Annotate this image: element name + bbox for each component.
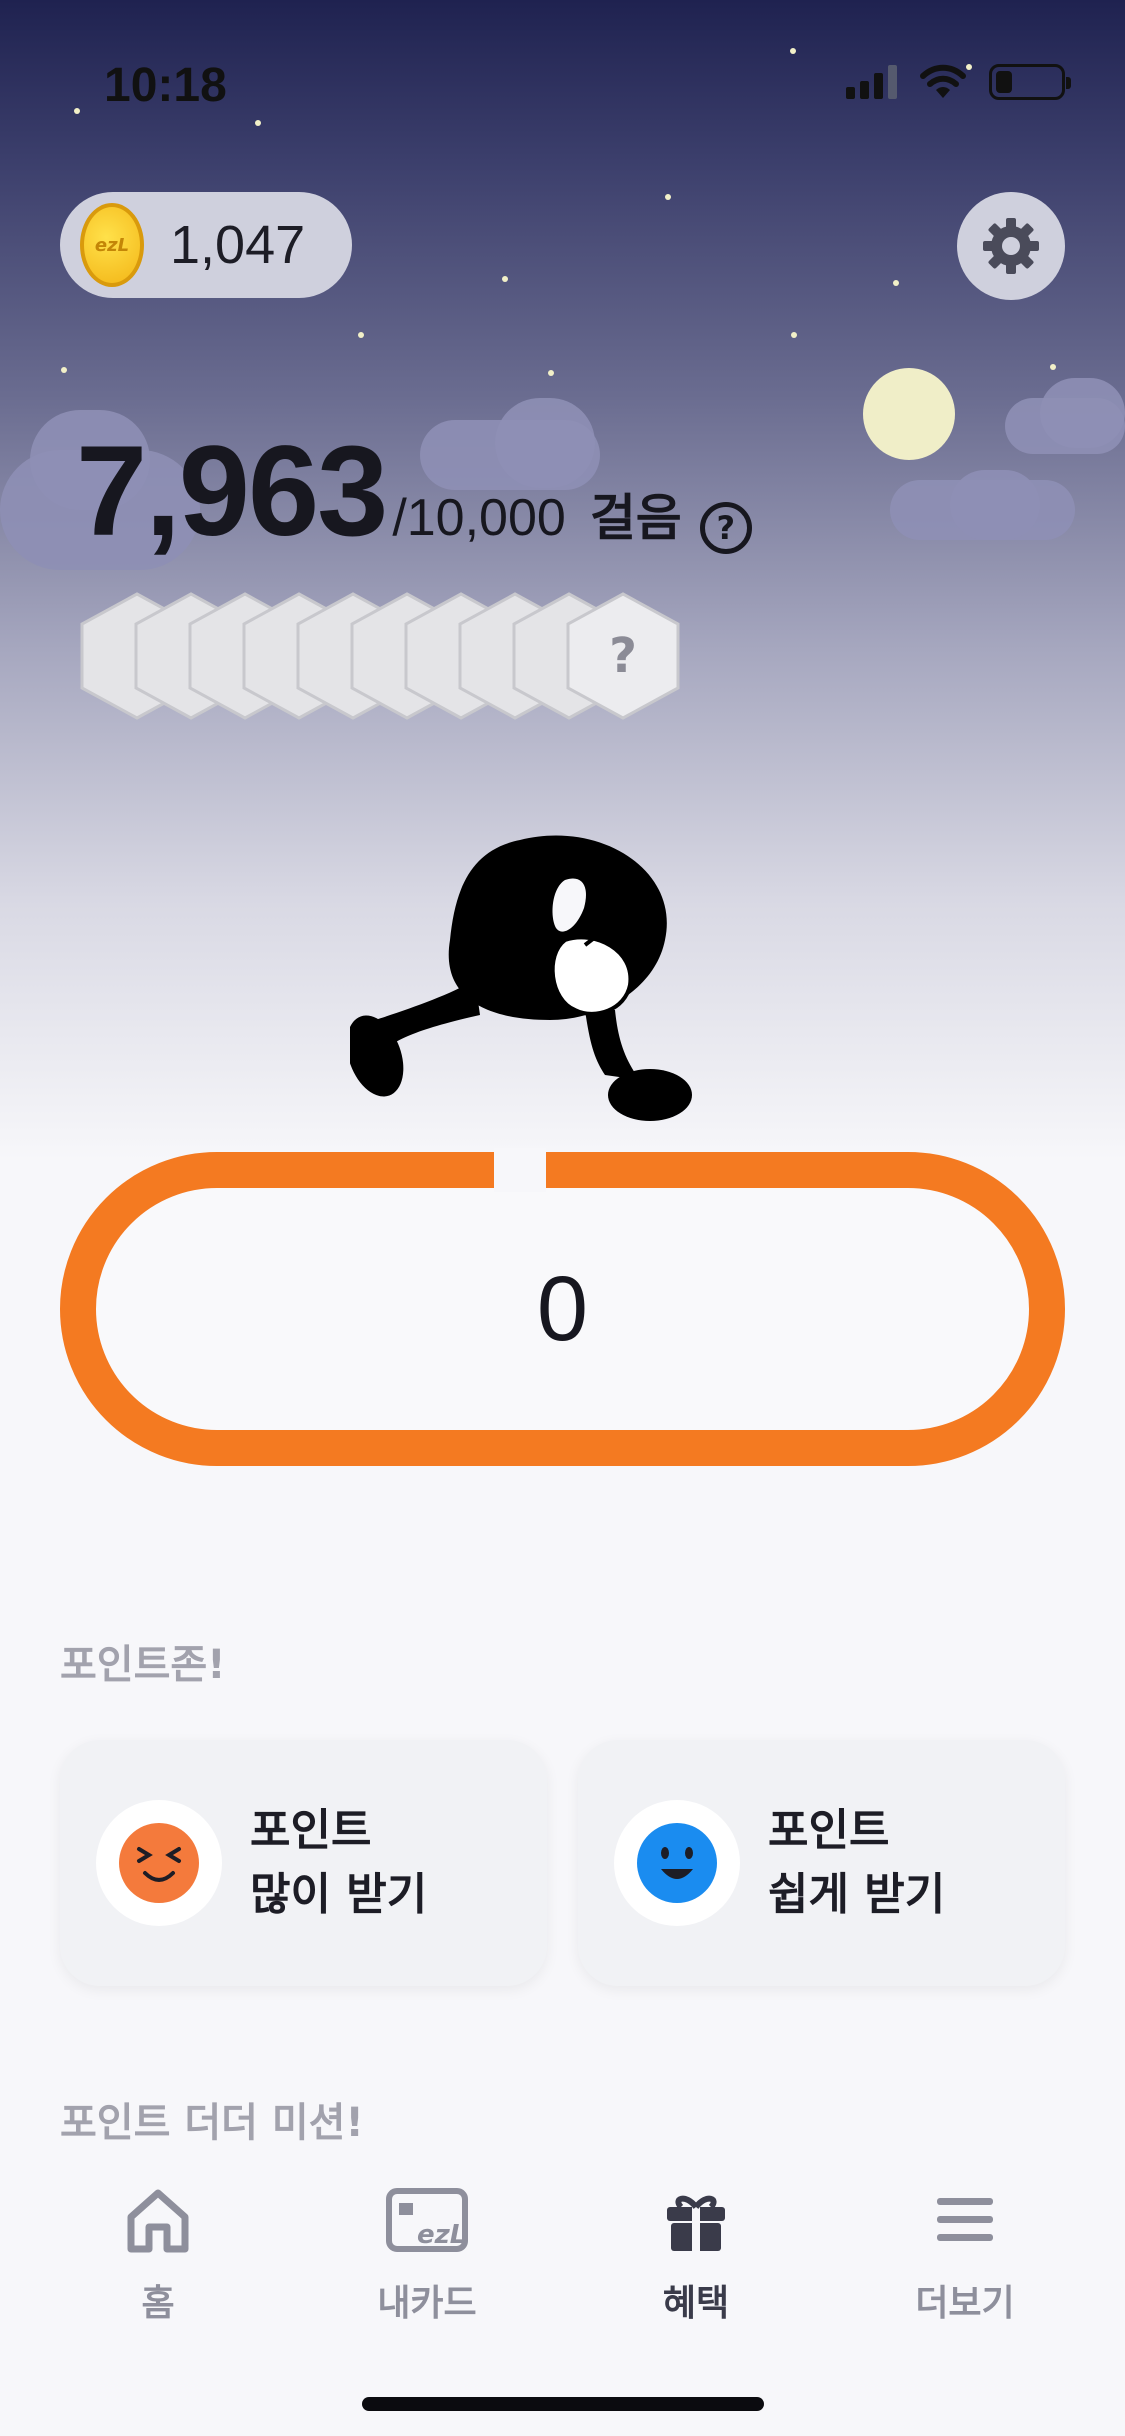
badge-stack[interactable]: ? — [78, 590, 698, 730]
star-decoration — [893, 280, 899, 286]
cloud-decoration — [1040, 378, 1125, 448]
track-gap-decoration — [494, 1148, 546, 1192]
gift-icon — [667, 2195, 725, 2251]
steps-count: 7,963 — [76, 420, 388, 563]
point-zone-title: 포인트존! — [60, 1642, 226, 1688]
status-time: 10:18 — [104, 59, 227, 112]
card-icon-wrap — [96, 1800, 222, 1926]
tab-home[interactable]: 홈 — [58, 2180, 258, 2326]
coin-icon: ezL — [80, 203, 144, 287]
star-decoration — [358, 332, 364, 338]
status-bar: 10:18 — [0, 0, 1125, 130]
star-decoration — [791, 332, 797, 338]
smiling-face-icon — [637, 1823, 717, 1903]
card-icon: ezL — [386, 2188, 468, 2252]
tab-bar: 홈 ezL 내카드 혜택 더보기 — [0, 2150, 1125, 2436]
home-indicator[interactable] — [362, 2397, 764, 2411]
point-card-more[interactable]: 포인트 많이 받기 — [60, 1740, 547, 1986]
card-icon-wrap — [614, 1800, 740, 1926]
tab-more[interactable]: 더보기 — [865, 2180, 1065, 2326]
step-counter: 7,963 /10,000 걸음 ? — [76, 418, 752, 565]
svg-text:ezL: ezL — [417, 2220, 466, 2250]
star-decoration — [61, 367, 67, 373]
wifi-icon — [920, 64, 966, 98]
home-icon — [127, 2189, 189, 2253]
card-label: 포인트 쉽게 받기 — [768, 1805, 946, 1920]
tab-benefits[interactable]: 혜택 — [596, 2180, 796, 2326]
hero-section — [0, 0, 1125, 1160]
walk-start-button[interactable]: 0 — [60, 1152, 1065, 1466]
menu-icon — [937, 2198, 993, 2241]
steps-unit: 걸음 — [589, 489, 682, 547]
steps-goal: /10,000 — [392, 489, 566, 547]
locked-badge-icon: ? — [564, 590, 682, 722]
points-value: 1,047 — [170, 215, 306, 275]
gear-icon — [983, 218, 1039, 274]
tab-my-card[interactable]: ezL 내카드 — [327, 2180, 527, 2326]
help-icon[interactable]: ? — [699, 502, 752, 554]
cellular-signal-icon — [846, 65, 897, 99]
laughing-face-icon — [119, 1823, 199, 1903]
cloud-decoration — [950, 470, 1040, 540]
walk-counter-value: 0 — [536, 1257, 589, 1360]
status-icons — [846, 64, 1071, 100]
star-decoration — [502, 276, 508, 282]
card-label: 포인트 많이 받기 — [250, 1805, 428, 1920]
star-decoration — [1050, 364, 1056, 370]
walking-mascot-illustration — [350, 835, 692, 1121]
moon-decoration — [863, 368, 955, 460]
star-decoration — [665, 194, 671, 200]
settings-button[interactable] — [957, 192, 1065, 300]
battery-icon — [989, 64, 1071, 100]
missions-title: 포인트 더더 미션! — [60, 2100, 364, 2146]
points-balance[interactable]: ezL 1,047 — [60, 192, 352, 298]
star-decoration — [548, 370, 554, 376]
point-card-easy[interactable]: 포인트 쉽게 받기 — [578, 1740, 1065, 1986]
